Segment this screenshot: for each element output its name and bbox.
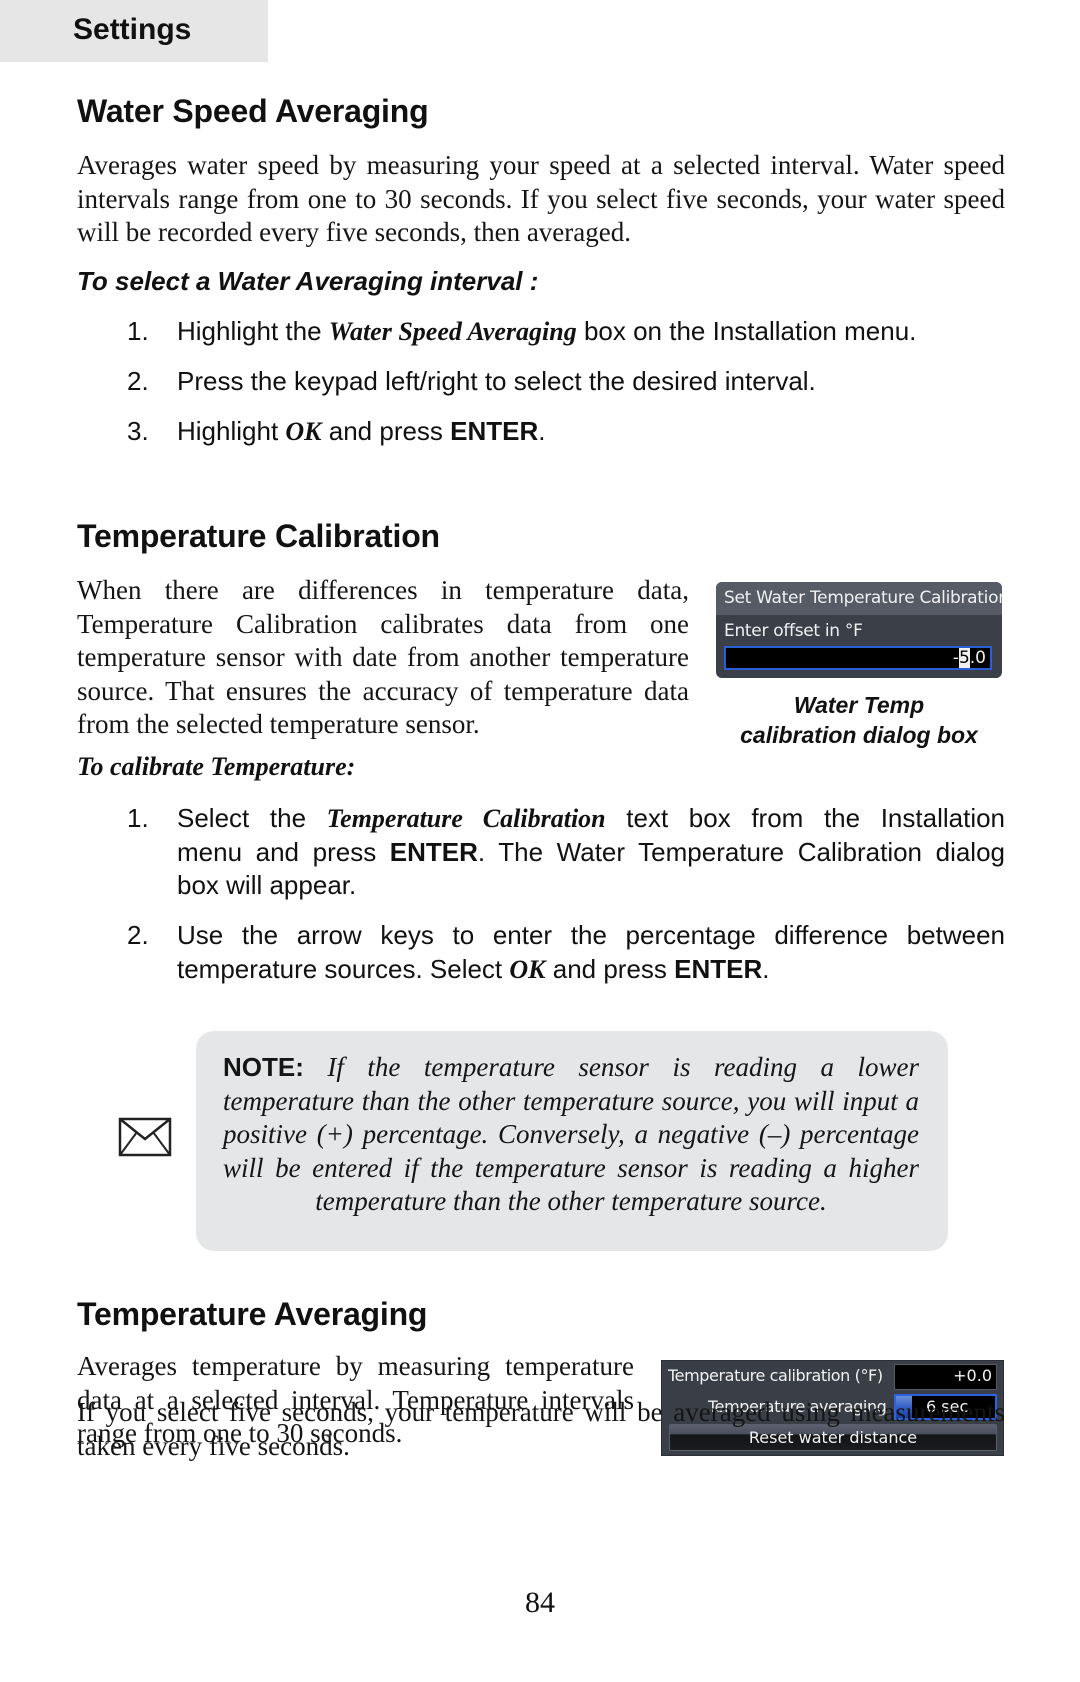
step-line: box will appear. — [177, 870, 357, 900]
step-emphasis: Temperature Calibration — [326, 804, 606, 833]
step-key: ENTER — [674, 953, 763, 984]
step-emphasis: OK — [509, 954, 546, 984]
step-text: Press the keypad left/right to select th… — [177, 366, 816, 396]
step-text-part: Highlight — [177, 416, 286, 446]
step-text-part: . The Water Temperature Calibration dial… — [477, 836, 1006, 867]
section-header-tab: Settings — [0, 0, 268, 62]
note-text-part: If the temperature sensor is reading a l… — [303, 1052, 919, 1082]
step-text-part: Highlight the — [177, 316, 329, 346]
page-number: 84 — [525, 1586, 555, 1619]
step-text-part: menu and press — [177, 836, 390, 867]
water-speed-description: Averages water speed by measuring your s… — [77, 149, 1005, 250]
step-item: 1. Highlight the Water Speed Averaging b… — [127, 315, 1027, 349]
desc-line: intervals range from one to 30 seconds. … — [77, 183, 1005, 214]
desc-line: will be recorded every five seconds, the… — [77, 217, 632, 247]
step-line: temperature sources. Select OK and press… — [177, 953, 1005, 987]
caption-line: calibration dialog box — [740, 722, 978, 748]
step-text: Use the arrow keys to enter the percenta… — [177, 919, 1005, 986]
desc-line: Temperature Calibration calibrates data … — [77, 608, 689, 639]
desc-line: If you select five seconds, your tempera… — [77, 1397, 1005, 1427]
desc-line: temperature sensor with date from anothe… — [77, 642, 689, 672]
step-text-part: . — [762, 953, 770, 984]
water-temp-calibration-dialog: Set Water Temperature Calibration Enter … — [716, 582, 1002, 678]
desc-line: Averages water speed by measuring your s… — [77, 150, 1005, 180]
step-item: 2. Press the keypad left/right to select… — [127, 365, 1027, 399]
step-text-part: and press — [321, 416, 451, 446]
procedure-heading-calibrate: To calibrate Temperature: — [77, 752, 356, 781]
temp-calibration-input[interactable]: +0.0 — [894, 1364, 997, 1390]
note-line: temperature than the other temperature s… — [223, 1085, 919, 1116]
step-text-part: temperature sources. Select — [177, 953, 510, 984]
step-line: menu and press ENTER. The Water Temperat… — [177, 836, 1005, 870]
note-label: NOTE: — [223, 1052, 304, 1082]
step-line: Select the Temperature Calibration text … — [177, 802, 1005, 836]
offset-cursor-digit: 5 — [958, 648, 970, 668]
heading-temperature-averaging: Temperature Averaging — [77, 1296, 428, 1332]
desc-line: taken every five seconds. — [77, 1430, 350, 1461]
section-title: Settings — [73, 13, 192, 46]
heading-water-speed-averaging: Water Speed Averaging — [77, 93, 429, 129]
step-text: Highlight OK and press ENTER. — [177, 415, 546, 449]
step-text-part: box on the Installation menu. — [576, 316, 917, 346]
note-callout: NOTE: If the temperature sensor is readi… — [196, 1031, 948, 1251]
envelope-icon — [118, 1117, 172, 1157]
step-number: 3. — [127, 416, 149, 446]
step-text-part: text box from the Installation — [605, 803, 1006, 833]
step-line: Use the arrow keys to enter the percenta… — [177, 920, 1005, 950]
step-key: ENTER — [389, 836, 478, 867]
step-number: 1. — [127, 316, 149, 346]
caption-line: Water Temp — [793, 692, 925, 718]
note-line: NOTE: If the temperature sensor is readi… — [223, 1051, 919, 1085]
temperature-calibration-description: When there are differences in temperatur… — [77, 574, 689, 742]
dialog-caption: Water Temp calibration dialog box — [716, 690, 1002, 750]
step-text-part: Select the — [177, 803, 327, 833]
desc-line: Averages temperature by measuring temper… — [77, 1351, 634, 1381]
step-text: Select the Temperature Calibration text … — [177, 802, 1005, 903]
step-text-part: and press — [545, 953, 675, 984]
step-key: ENTER — [450, 416, 539, 446]
step-number: 1. — [127, 803, 149, 833]
offset-input[interactable]: -5.0 — [724, 646, 992, 670]
desc-line: When there are differences in temperatur… — [77, 575, 689, 605]
step-item: 1. Select the Temperature Calibration te… — [127, 802, 1005, 907]
desc-line: from the selected temperature sensor. — [77, 709, 480, 739]
procedure-heading-water-averaging: To select a Water Averaging interval : — [77, 266, 539, 296]
temp-calibration-label: Temperature calibration (°F) — [668, 1366, 883, 1385]
temperature-averaging-followup: If you select five seconds, your tempera… — [77, 1396, 1005, 1463]
step-emphasis: OK — [285, 417, 322, 446]
note-text: NOTE: If the temperature sensor is readi… — [223, 1051, 919, 1219]
step-text-part: . — [538, 416, 546, 446]
step-number: 2. — [127, 366, 149, 396]
step-item: 2. Use the arrow keys to enter the perce… — [127, 919, 1005, 989]
step-item: 3. Highlight OK and press ENTER. — [127, 415, 1027, 449]
note-line: positive (+) percentage. Conversely, a n… — [223, 1119, 919, 1149]
step-number: 2. — [127, 920, 149, 950]
note-line: temperature than the other temperature s… — [315, 1186, 827, 1216]
dialog-offset-label: Enter offset in °F — [724, 621, 863, 641]
note-line: will be entered if the temperature senso… — [223, 1152, 919, 1183]
step-text: Highlight the Water Speed Averaging box … — [177, 315, 916, 349]
step-emphasis: Water Speed Averaging — [328, 317, 577, 346]
dialog-title: Set Water Temperature Calibration — [716, 582, 1002, 615]
desc-line: source. That ensures the accuracy of tem… — [77, 675, 689, 706]
heading-temperature-calibration: Temperature Calibration — [77, 518, 440, 554]
offset-decimal: .0 — [969, 648, 986, 668]
